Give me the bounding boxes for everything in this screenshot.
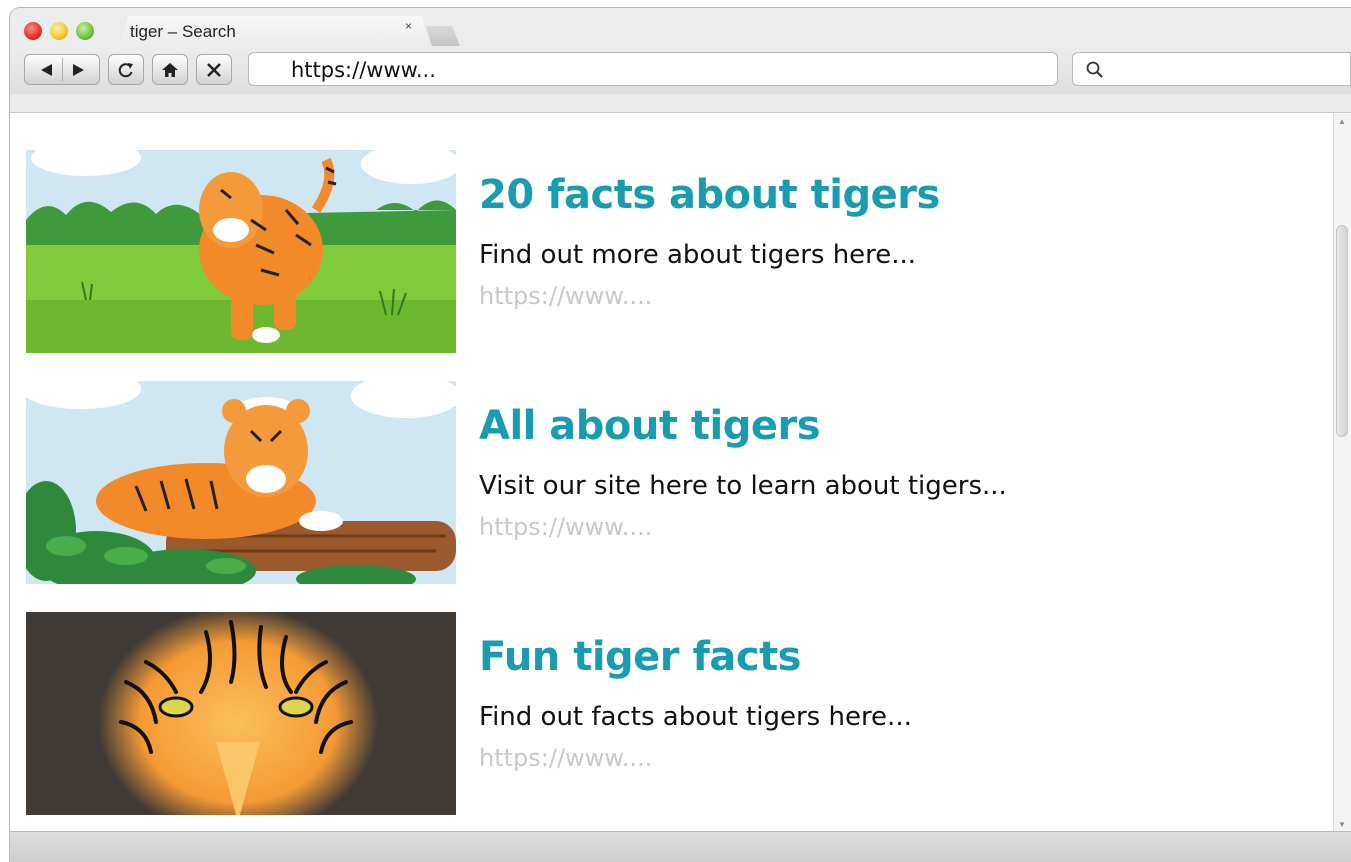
search-result[interactable]: All about tigers Visit our site here to … xyxy=(26,381,1226,586)
scrollbar-thumb[interactable] xyxy=(1336,225,1348,437)
page-content: 20 facts about tigers Find out more abou… xyxy=(10,112,1351,833)
window-minimize-button[interactable] xyxy=(50,22,68,40)
address-bar[interactable]: https://www... xyxy=(248,52,1058,86)
search-field[interactable] xyxy=(1072,52,1351,86)
result-thumbnail-tiger-standing[interactable] xyxy=(26,150,456,353)
forward-button[interactable] xyxy=(71,63,85,77)
back-arrow-icon xyxy=(40,63,52,76)
result-title-link[interactable]: Fun tiger facts xyxy=(479,634,802,680)
status-bar xyxy=(10,831,1351,862)
scroll-down-arrow-icon[interactable]: ▼ xyxy=(1338,820,1346,829)
vertical-scrollbar[interactable]: ▲ ▼ xyxy=(1333,113,1351,833)
tab-title: tiger – Search xyxy=(130,22,236,41)
result-thumbnail-tiger-lying[interactable] xyxy=(26,381,456,584)
history-nav-buttons xyxy=(24,54,100,85)
forward-arrow-icon xyxy=(72,63,84,76)
result-thumbnail-tiger-face[interactable] xyxy=(26,612,456,815)
back-button[interactable] xyxy=(40,63,54,77)
reload-button[interactable] xyxy=(108,54,144,85)
result-description: Visit our site here to learn about tiger… xyxy=(479,471,1007,501)
result-description: Find out more about tigers here... xyxy=(479,240,917,270)
tab-strip: tiger – Search × xyxy=(10,8,1351,48)
browser-window: tiger – Search × https://www... 20 facts… xyxy=(10,8,1351,862)
reload-icon xyxy=(118,62,133,77)
result-url: https://www.... xyxy=(479,513,653,541)
tiger-lying-illustration xyxy=(26,381,456,584)
result-title-link[interactable]: All about tigers xyxy=(479,403,821,449)
search-result[interactable]: 20 facts about tigers Find out more abou… xyxy=(26,150,1226,355)
browser-toolbar: https://www... xyxy=(10,46,1351,94)
close-icon xyxy=(207,62,221,77)
tab-close-icon[interactable]: × xyxy=(405,19,412,33)
result-description: Find out facts about tigers here... xyxy=(479,702,912,732)
active-tab[interactable]: tiger – Search × xyxy=(120,16,430,48)
window-zoom-button[interactable] xyxy=(76,22,94,40)
home-icon xyxy=(162,62,178,77)
tiger-standing-illustration xyxy=(26,150,456,353)
new-tab-button[interactable] xyxy=(426,26,460,46)
window-close-button[interactable] xyxy=(24,22,42,40)
home-button[interactable] xyxy=(152,54,188,85)
scroll-up-arrow-icon[interactable]: ▲ xyxy=(1338,117,1346,126)
search-result[interactable]: Fun tiger facts Find out facts about tig… xyxy=(26,612,1226,817)
result-title-link[interactable]: 20 facts about tigers xyxy=(479,172,940,218)
stop-button[interactable] xyxy=(196,54,232,85)
tiger-face-illustration xyxy=(26,612,456,815)
search-icon xyxy=(1086,61,1103,78)
result-url: https://www.... xyxy=(479,282,653,310)
result-url: https://www.... xyxy=(479,744,653,772)
nav-divider xyxy=(61,58,63,81)
